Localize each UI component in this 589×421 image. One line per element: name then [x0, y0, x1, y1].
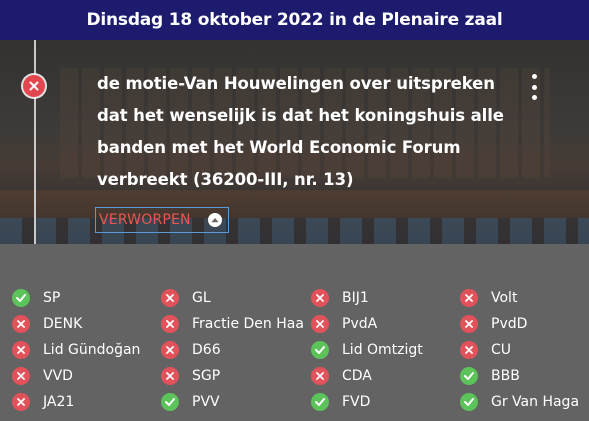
party-vote-item: FVD — [311, 392, 453, 412]
cross-icon — [12, 393, 30, 411]
timeline-line — [34, 40, 36, 244]
check-icon — [311, 393, 329, 411]
page-header: Dinsdag 18 oktober 2022 in de Plenaire z… — [0, 0, 589, 40]
party-name: VVD — [43, 368, 73, 384]
cross-icon — [460, 289, 478, 307]
party-vote-item: Lid Gündoğan — [12, 340, 154, 360]
party-name: BBB — [491, 368, 520, 384]
party-vote-item: SGP — [161, 366, 303, 386]
cross-icon — [161, 289, 179, 307]
party-vote-item: JA21 — [12, 392, 154, 412]
check-icon — [161, 393, 179, 411]
motion-line: de motie-Van Houwelingen over uitspreken — [97, 74, 495, 93]
motion-line: verbreekt (36200-III, nr. 13) — [97, 170, 354, 189]
check-icon — [460, 367, 478, 385]
cross-icon — [311, 289, 329, 307]
party-vote-item: PvdD — [460, 314, 589, 334]
cross-icon — [161, 367, 179, 385]
motion-title: de motie-Van Houwelingen over uitspreken… — [97, 68, 517, 196]
cross-icon — [311, 367, 329, 385]
party-name: CU — [491, 342, 512, 358]
party-name: PVV — [192, 394, 220, 410]
cross-icon — [460, 341, 478, 359]
party-name: Lid Gündoğan — [43, 342, 141, 358]
party-name: SGP — [192, 368, 221, 384]
party-vote-item: Gr Van Haga — [460, 392, 589, 412]
party-name: D66 — [192, 342, 221, 358]
party-vote-item: Fractie Den Haan — [161, 314, 303, 334]
party-name: CDA — [342, 368, 372, 384]
party-vote-item: DENK — [12, 314, 154, 334]
motion-line: banden met het World Economic Forum — [97, 138, 461, 157]
cross-icon — [12, 367, 30, 385]
result-toggle-button[interactable]: VERWORPEN — [95, 207, 229, 233]
party-name: Gr Van Haga — [491, 394, 580, 410]
party-name: SP — [43, 290, 61, 306]
cross-icon — [12, 341, 30, 359]
close-icon — [23, 75, 45, 97]
party-name: Lid Omtzigt — [342, 342, 423, 358]
cross-icon — [311, 315, 329, 333]
party-name: PvdA — [342, 316, 378, 332]
party-name: Fractie Den Haan — [192, 316, 303, 332]
chevron-up-icon — [208, 213, 222, 227]
more-vertical-icon[interactable] — [527, 74, 541, 100]
check-icon — [460, 393, 478, 411]
party-name: JA21 — [43, 394, 75, 410]
check-icon — [12, 289, 30, 307]
vote-results: SP DENK Lid Gündoğan VVD JA21 GL Fractie Den H… — [0, 244, 589, 421]
party-vote-item: BIJ1 — [311, 288, 453, 308]
cross-icon — [460, 315, 478, 333]
party-name: PvdD — [491, 316, 528, 332]
party-vote-item: GL — [161, 288, 303, 308]
party-vote-item: CU — [460, 340, 589, 360]
result-label: VERWORPEN — [99, 212, 191, 228]
party-name: DENK — [43, 316, 83, 332]
party-name: GL — [192, 290, 211, 306]
page-title: Dinsdag 18 oktober 2022 in de Plenaire z… — [86, 10, 503, 30]
party-vote-item: Lid Omtzigt — [311, 340, 453, 360]
party-vote-item: D66 — [161, 340, 303, 360]
party-vote-item: PVV — [161, 392, 303, 412]
party-vote-item: VVD — [12, 366, 154, 386]
cross-icon — [12, 315, 30, 333]
cross-icon — [161, 315, 179, 333]
party-vote-item: CDA — [311, 366, 453, 386]
cross-icon — [161, 341, 179, 359]
check-icon — [311, 341, 329, 359]
party-name: Volt — [491, 290, 518, 306]
motion-line: dat het wenselijk is dat het koningshuis… — [97, 106, 504, 125]
party-vote-item: Volt — [460, 288, 589, 308]
party-name: FVD — [342, 394, 371, 410]
party-vote-item: SP — [12, 288, 154, 308]
party-vote-item: BBB — [460, 366, 589, 386]
party-name: BIJ1 — [342, 290, 369, 306]
party-vote-item: PvdA — [311, 314, 453, 334]
